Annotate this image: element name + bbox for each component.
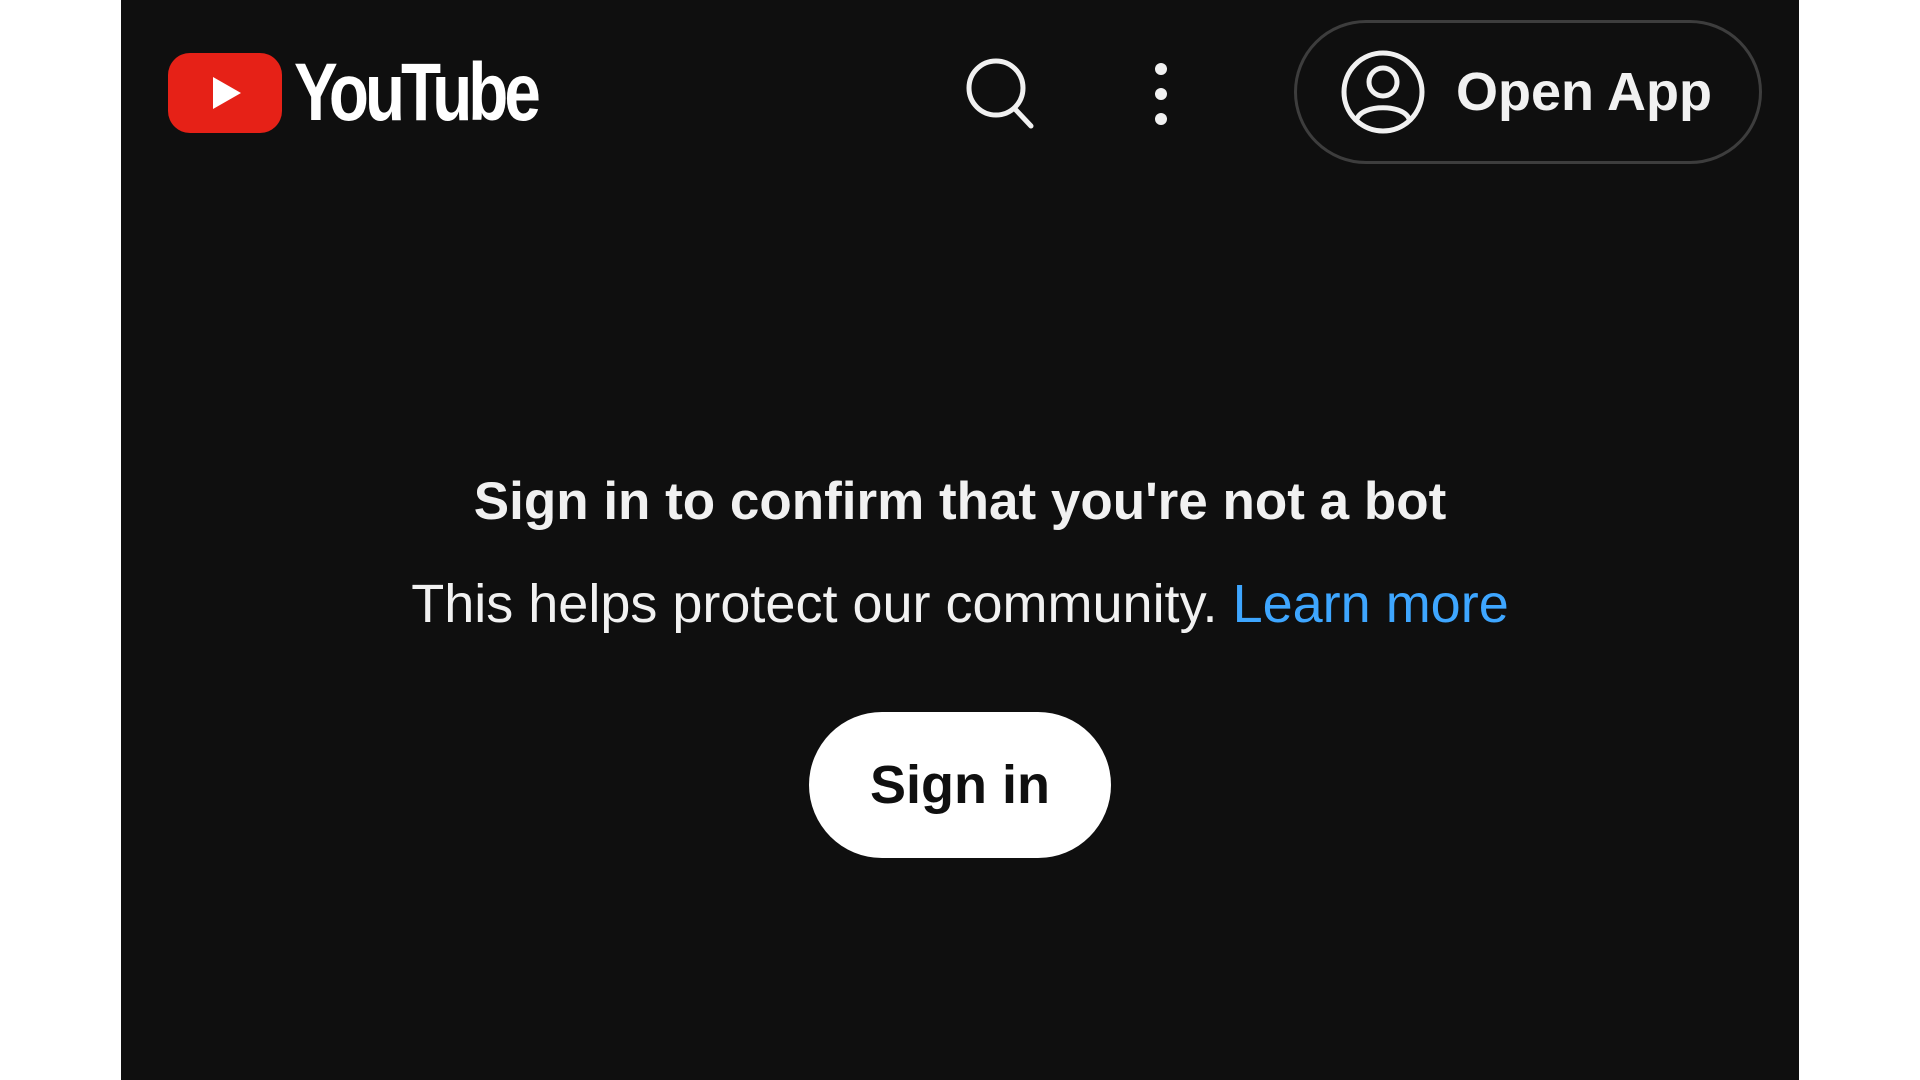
page-title: Sign in to confirm that you're not a bot — [473, 472, 1447, 531]
more-vert-icon — [1155, 63, 1167, 125]
play-icon — [168, 53, 282, 133]
youtube-screen: YouTube Open App Sign in to confirm that… — [121, 0, 1799, 1080]
open-app-label: Open App — [1456, 62, 1712, 122]
sign-in-button[interactable]: Sign in — [809, 712, 1111, 858]
subtitle: This helps protect our community. Learn … — [121, 562, 1799, 646]
subtitle-text: This helps protect our community. — [411, 574, 1218, 634]
more-options-button[interactable] — [1131, 48, 1191, 140]
youtube-logo[interactable]: YouTube — [168, 52, 598, 134]
open-app-button[interactable]: Open App — [1294, 20, 1762, 164]
search-button[interactable] — [951, 48, 1051, 140]
search-icon — [966, 58, 1034, 129]
logo-wordmark: YouTube — [294, 47, 541, 138]
account-circle-icon — [1341, 50, 1425, 134]
bot-check-panel: Sign in to confirm that you're not a bot… — [121, 460, 1799, 858]
learn-more-link[interactable]: Learn more — [1233, 574, 1509, 634]
top-app-bar: YouTube Open App — [121, 0, 1799, 190]
